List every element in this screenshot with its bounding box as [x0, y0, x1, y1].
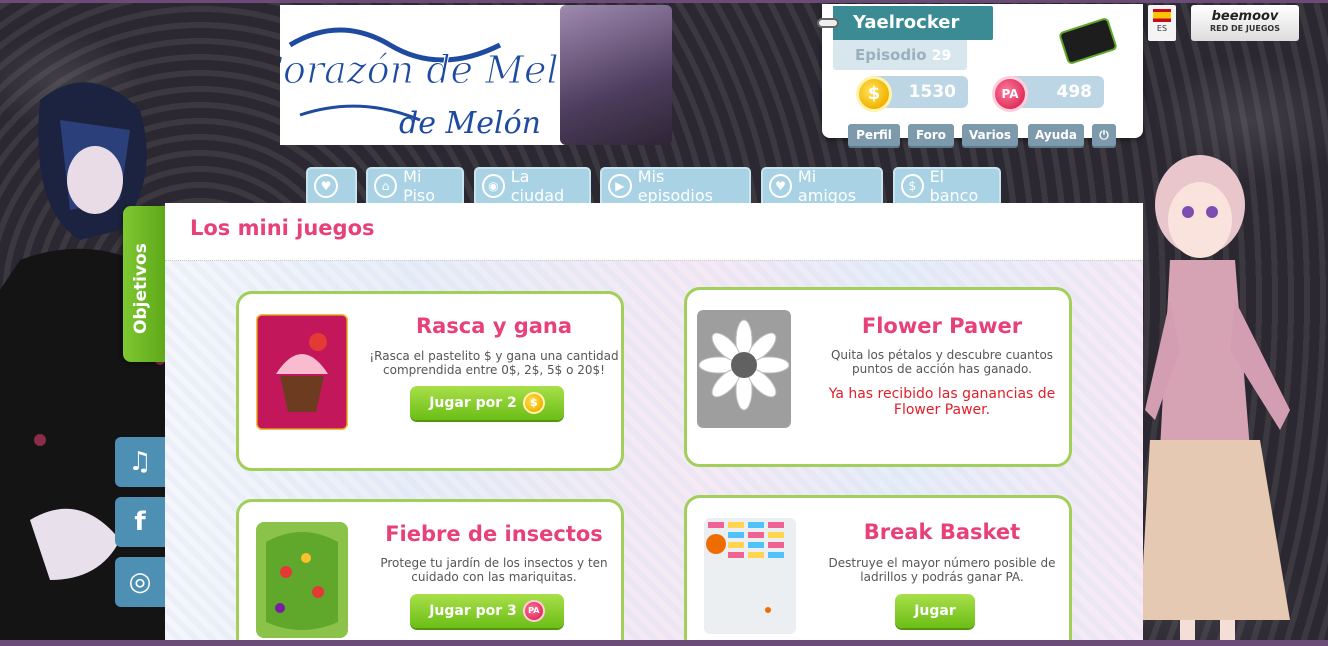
game-title: Break Basket — [863, 520, 1021, 544]
objectives-label: Objetivos — [131, 243, 151, 334]
language-code: ES — [1156, 24, 1168, 33]
language-selector[interactable]: ES — [1148, 5, 1176, 41]
beemoov-subtitle: RED DE JUEGOS — [1209, 24, 1280, 33]
play-insectos-button[interactable]: Jugar por 3 PA — [410, 594, 564, 628]
objectives-tab[interactable]: Objetivos — [123, 206, 165, 362]
play-button-label: Jugar — [914, 603, 956, 619]
action-points-icon: PA — [992, 76, 1028, 112]
tab-mi-amigos[interactable]: ♥ Mi amigos — [761, 167, 883, 205]
tab-mis-episodios[interactable]: ▶ Mis episodios — [600, 167, 751, 205]
game-title: Rasca y gana — [415, 314, 573, 338]
tab-label: Mis episodios — [637, 167, 713, 205]
help-button[interactable]: Ayuda — [1028, 124, 1084, 146]
play-break-basket-button[interactable]: Jugar — [895, 594, 975, 628]
music-toggle-button[interactable]: ♫ — [115, 437, 165, 487]
house-icon: ⌂ — [374, 174, 398, 198]
forum-button[interactable]: Foro — [908, 124, 954, 146]
play-button-label: Jugar por 3 — [429, 603, 517, 619]
action-points-icon: PA — [522, 600, 545, 622]
profile-button[interactable]: Perfil — [848, 124, 900, 146]
instagram-icon: ◎ — [128, 567, 152, 597]
music-note-icon: ♫ — [128, 447, 152, 477]
episode-indicator: Episodio 29 — [833, 40, 967, 70]
dollar-coin-icon: $ — [901, 174, 924, 198]
game-card-rasca-y-gana: Rasca y gana ¡Rasca el pastelito $ y gan… — [236, 291, 624, 471]
facebook-icon: f — [134, 507, 146, 537]
tab-label: La ciudad — [510, 167, 565, 205]
misc-button[interactable]: Varios — [962, 124, 1018, 146]
tab-label: Mi amigos — [797, 167, 857, 205]
cupcake-thumbnail — [256, 314, 348, 430]
bottom-border — [0, 640, 1328, 646]
tab-home[interactable]: ♥ — [306, 167, 357, 203]
break-basket-thumbnail — [704, 518, 796, 634]
location-pin-icon: ◉ — [482, 174, 505, 198]
dollar-coin-icon: $ — [856, 76, 892, 112]
logo-characters-art — [560, 5, 672, 145]
right-character-art — [1140, 155, 1290, 646]
game-logo: Corazón de Melón de Melón — [280, 5, 580, 145]
svg-text:de Melón: de Melón — [399, 106, 541, 141]
game-title: Fiebre de insectos — [385, 522, 603, 546]
game-description: Destruye el mayor número posible de ladr… — [828, 556, 1056, 584]
spain-flag-icon — [1153, 9, 1171, 22]
tab-mi-piso[interactable]: ⌂ Mi Piso — [366, 167, 464, 205]
game-card-break-basket: Break Basket Destruye el mayor número po… — [684, 495, 1072, 646]
games-area: Rasca y gana ¡Rasca el pastelito $ y gan… — [165, 260, 1143, 646]
game-title: Flower Pawer — [861, 314, 1023, 338]
pa-value: 498 — [1056, 82, 1093, 102]
logout-button[interactable]: ⏻ — [1092, 124, 1116, 146]
play-icon: ▶ — [608, 174, 632, 198]
username-banner[interactable]: Yaelrocker — [817, 6, 993, 40]
username: Yaelrocker — [853, 12, 960, 33]
play-button-label: Jugar por 2 — [429, 395, 517, 411]
reward-received-message: Ya has recibido las ganancias de Flower … — [828, 386, 1056, 418]
user-panel: Yaelrocker Episodio 29 1530 $ 498 PA Per… — [817, 4, 1143, 146]
minigames-panel: Los mini juegos Rasca y gana ¡Rasca el p… — [165, 203, 1143, 646]
paperclip-icon — [817, 18, 839, 28]
beemoov-logo: beemoov — [1211, 9, 1279, 24]
game-description: Quita los pétalos y descubre cuantos pun… — [830, 348, 1054, 376]
episode-number: 29 — [931, 48, 952, 64]
beemoov-network-link[interactable]: beemoov RED DE JUEGOS — [1191, 5, 1299, 41]
game-card-fiebre-de-insectos: Fiebre de insectos Protege tu jardín de … — [236, 499, 624, 646]
daisy-thumbnail — [697, 310, 791, 428]
tab-la-ciudad[interactable]: ◉ La ciudad — [474, 167, 591, 205]
facebook-button[interactable]: f — [115, 497, 165, 547]
heart-icon: ♥ — [769, 174, 792, 198]
play-rasca-button[interactable]: Jugar por 2 $ — [410, 386, 564, 420]
top-border — [0, 0, 1328, 3]
instagram-button[interactable]: ◎ — [115, 557, 165, 607]
tab-label: El banco — [929, 167, 979, 205]
phone-icon[interactable] — [1058, 16, 1118, 66]
page-title: Los mini juegos — [190, 216, 375, 240]
hearts-icon: ♥ — [314, 174, 338, 198]
game-description: ¡Rasca el pastelito $ y gana una cantida… — [369, 349, 619, 377]
dollar-coin-icon: $ — [522, 392, 545, 414]
tab-el-banco[interactable]: $ El banco — [893, 167, 1001, 205]
episode-label: Episodio — [855, 46, 927, 64]
tab-label: Mi Piso — [403, 167, 436, 205]
garden-thumbnail — [256, 522, 348, 638]
logo-text: Corazón de Melón — [280, 48, 580, 92]
game-description: Protege tu jardín de los insectos y ten … — [380, 556, 608, 584]
game-card-flower-pawer: Flower Pawer Quita los pétalos y descubr… — [684, 287, 1072, 467]
coins-value: 1530 — [908, 82, 956, 102]
